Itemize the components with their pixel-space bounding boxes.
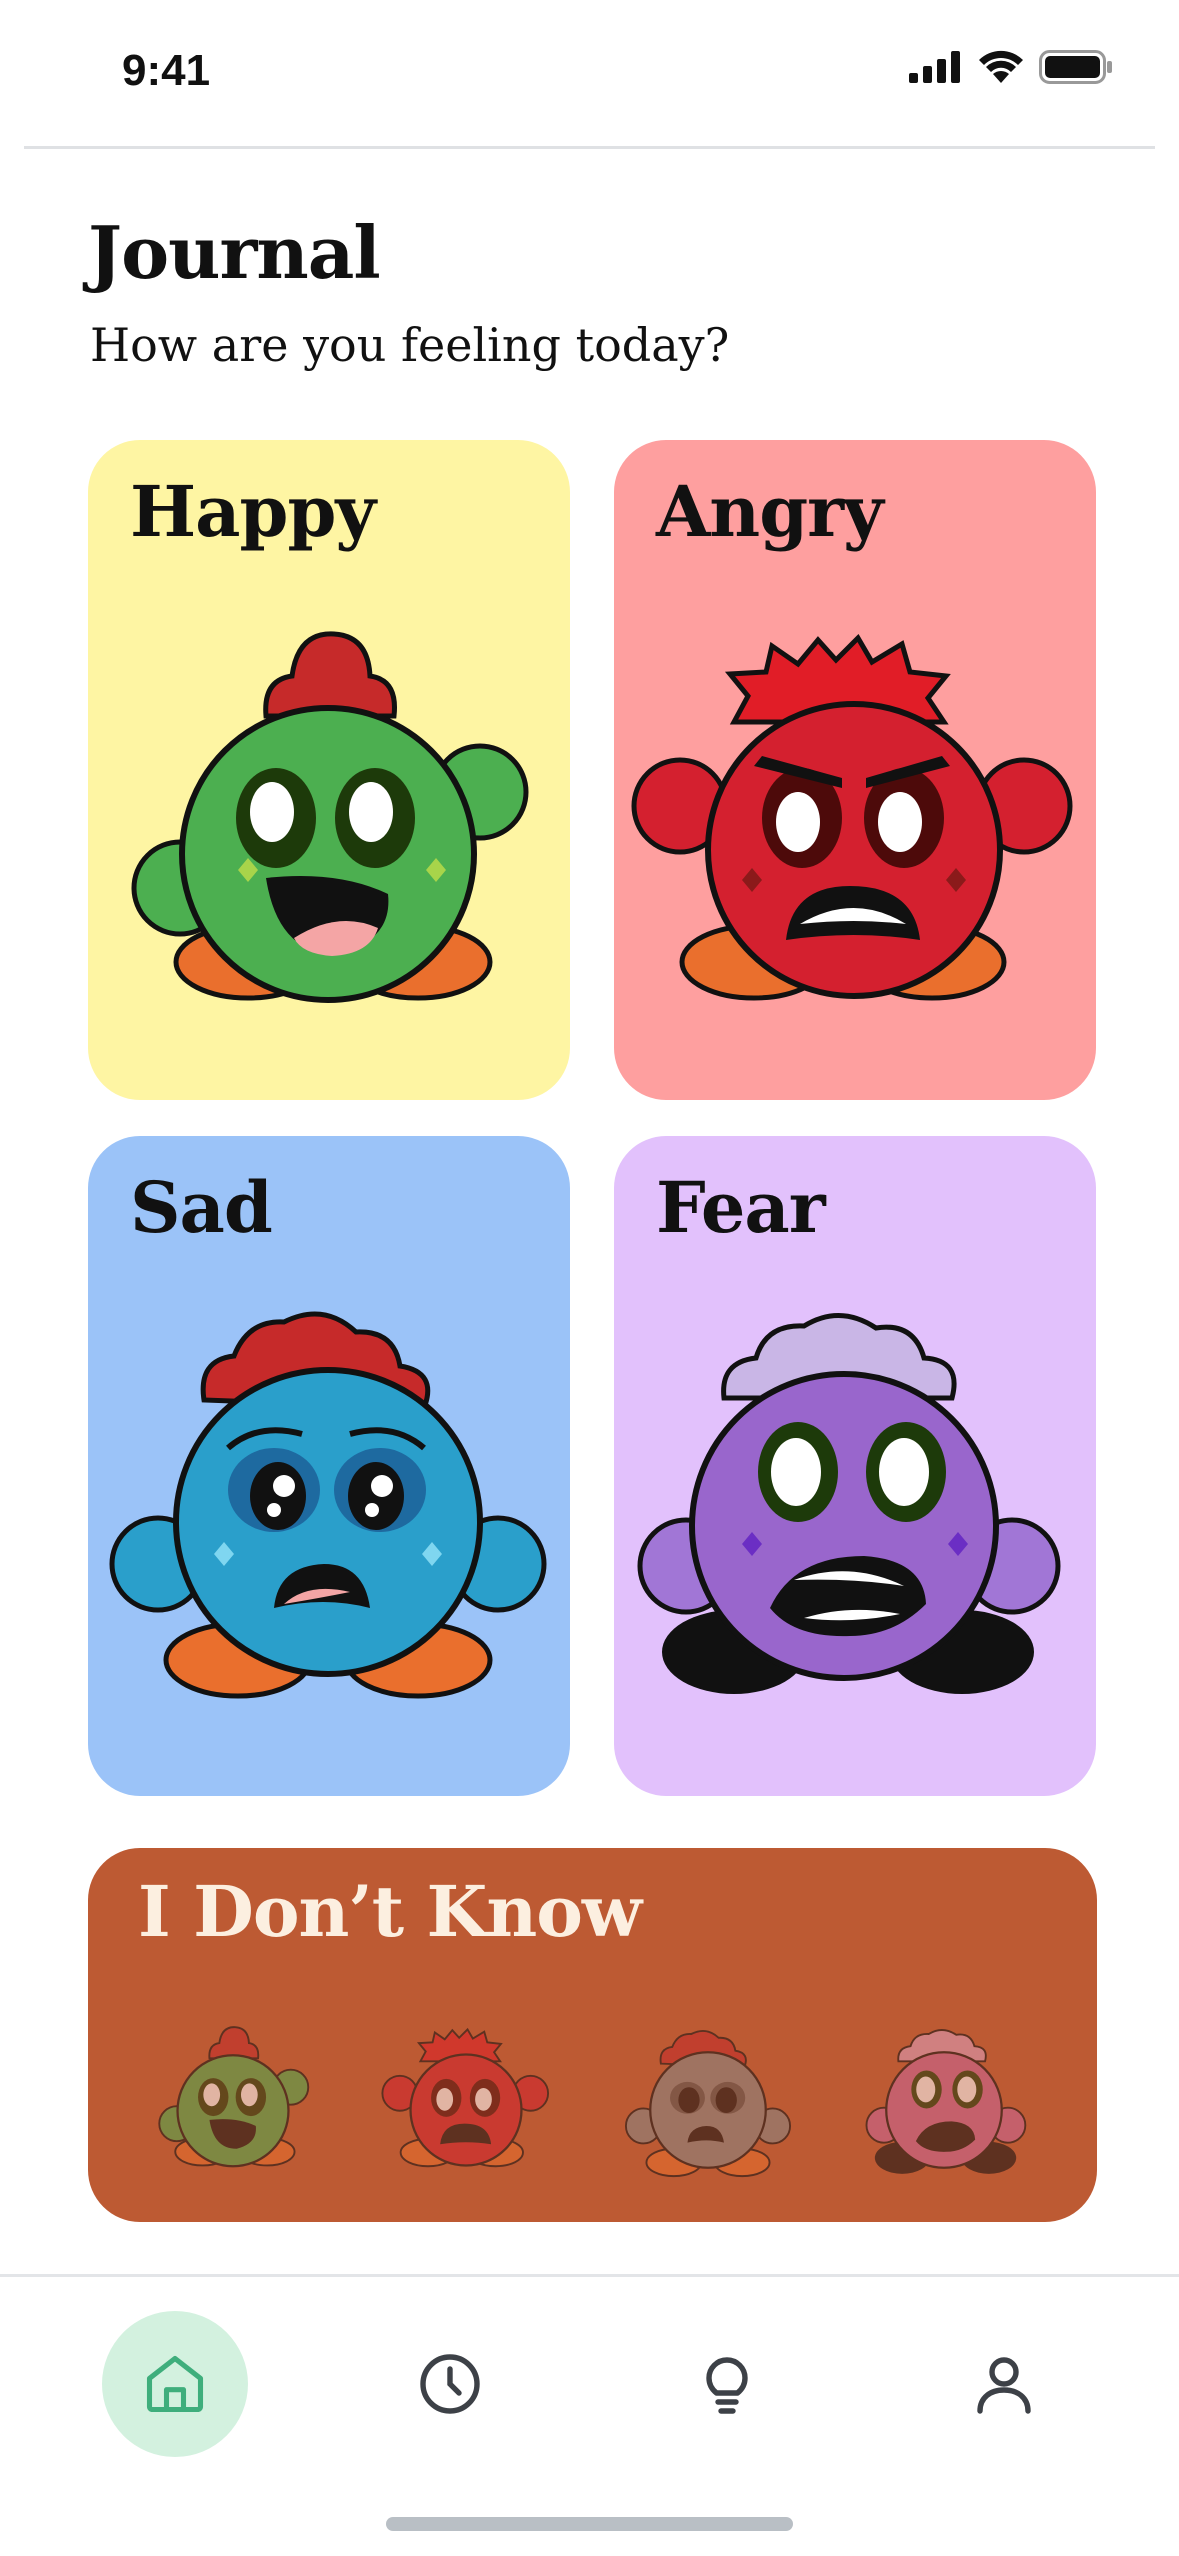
- status-time: 9:41: [122, 46, 211, 95]
- tab-profile[interactable]: [931, 2311, 1077, 2457]
- page-title: Journal: [88, 210, 381, 295]
- wifi-icon: [979, 50, 1023, 83]
- sad-face-illustration: [109, 1311, 547, 1699]
- fear-face-illustration: [637, 1313, 1061, 1694]
- page-subtitle: How are you feeling today?: [90, 318, 730, 372]
- happy-face-illustration: [131, 631, 529, 1003]
- mood-card-angry[interactable]: Angry: [614, 440, 1096, 1100]
- mixed-faces-illustration: [158, 2026, 1027, 2178]
- signal-icon: [909, 51, 960, 83]
- clock-icon: [420, 2354, 480, 2414]
- battery-icon: [1039, 50, 1112, 84]
- header-divider: [24, 146, 1155, 149]
- home-icon: [146, 2355, 204, 2413]
- mood-card-fear[interactable]: Fear: [614, 1136, 1096, 1796]
- tab-bar: [0, 2277, 1179, 2556]
- mood-card-happy[interactable]: Happy: [88, 440, 570, 1100]
- tab-history[interactable]: [377, 2311, 523, 2457]
- angry-face-illustration: [631, 633, 1073, 1001]
- status-bar: 9:41: [0, 0, 1179, 146]
- mood-card-sad[interactable]: Sad: [88, 1136, 570, 1796]
- mood-card-i-dont-know[interactable]: I Don’t Know: [88, 1848, 1097, 2222]
- home-indicator: [386, 2517, 793, 2531]
- tab-insights[interactable]: [654, 2311, 800, 2457]
- tab-home[interactable]: [102, 2311, 248, 2457]
- profile-icon: [977, 2357, 1031, 2414]
- status-icons: [909, 50, 1113, 84]
- lightbulb-icon: [706, 2357, 748, 2414]
